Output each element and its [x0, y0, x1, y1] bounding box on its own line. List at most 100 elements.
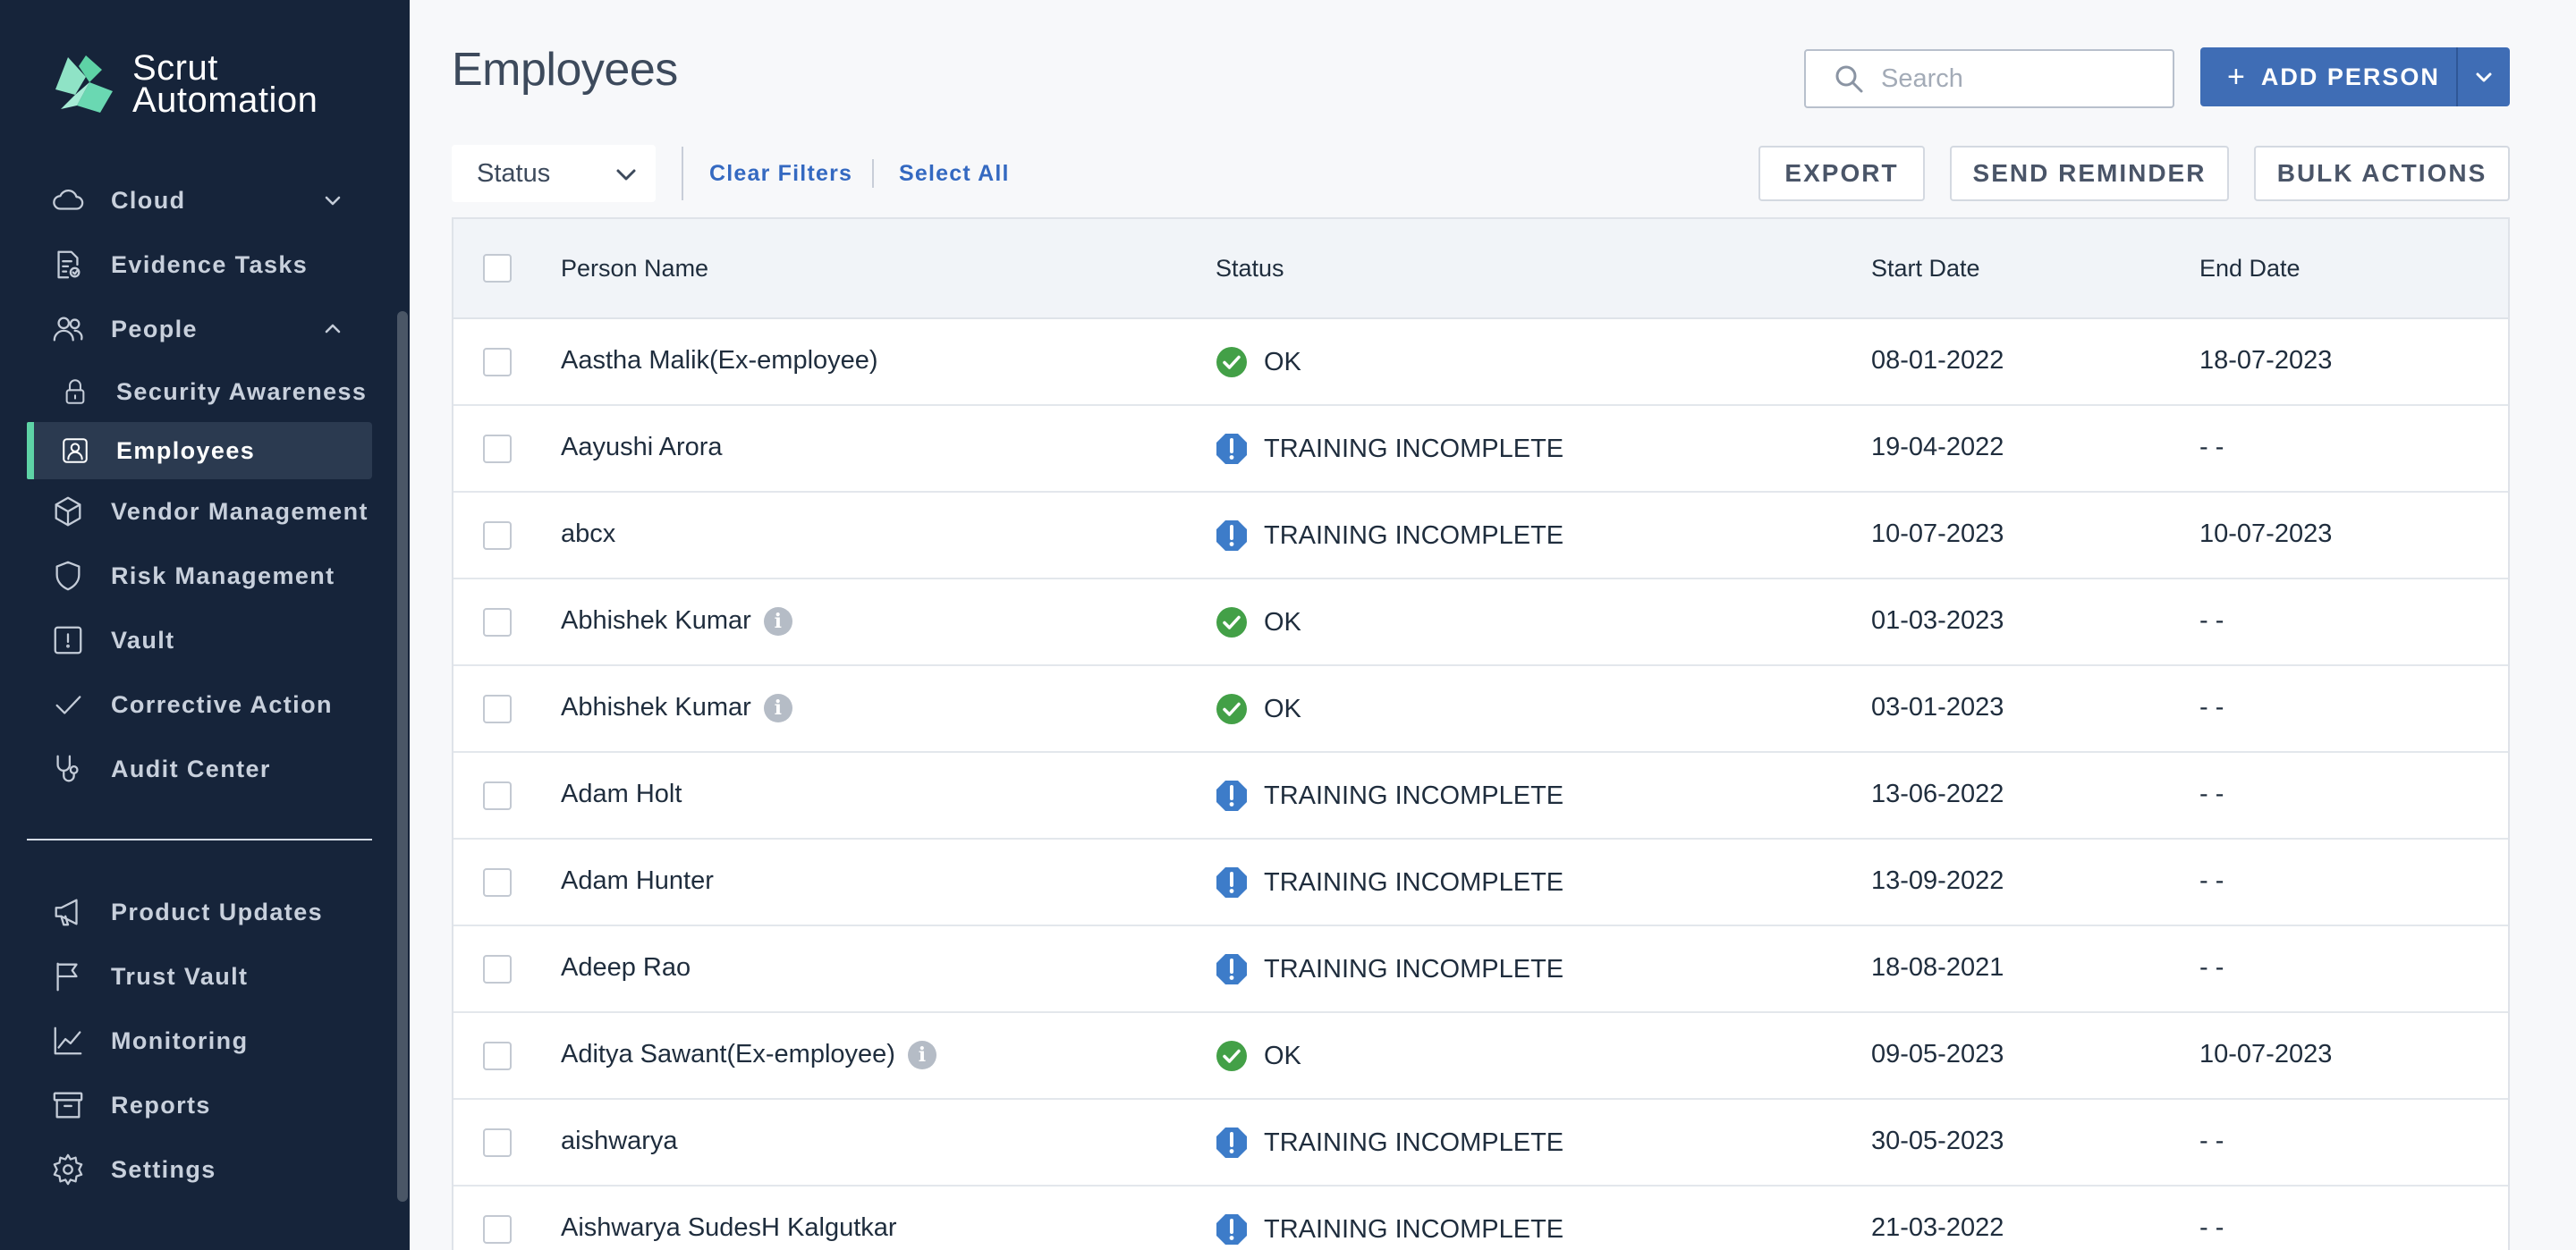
brand-name: Scrut Automation [132, 50, 318, 118]
sidebar-item-risk-management[interactable]: Risk Management [27, 547, 372, 604]
sidebar-item-vendor-management[interactable]: Vendor Management [27, 483, 372, 540]
row-checkbox[interactable] [483, 348, 512, 376]
table-row[interactable]: Abhishek Kumar i OK 01-03-2023 - - [453, 579, 2508, 666]
person-name-cell[interactable]: Adeep Rao [561, 953, 691, 983]
table-row[interactable]: Abhishek Kumar i OK 03-01-2023 - - [453, 666, 2508, 753]
sidebar-item-label: Employees [116, 436, 256, 464]
person-name-cell[interactable]: Aditya Sawant(Ex-employee) i [561, 1040, 936, 1069]
sidebar-item-cloud[interactable]: Cloud [27, 172, 372, 229]
table-row[interactable]: Aishwarya SudesH Kalgutkar TRAINING INCOM… [453, 1187, 2508, 1250]
chevron-up-icon[interactable] [320, 317, 345, 342]
row-checkbox[interactable] [483, 521, 512, 550]
end-date-cell: 10-07-2023 [2199, 1040, 2333, 1068]
row-checkbox[interactable] [483, 608, 512, 637]
sidebar-item-employees[interactable]: Employees [27, 422, 372, 479]
row-checkbox[interactable] [483, 1215, 512, 1244]
row-checkbox[interactable] [483, 695, 512, 723]
column-header-status[interactable]: Status [1216, 255, 1284, 283]
start-date-cell: 03-01-2023 [1871, 693, 2004, 722]
person-name-cell[interactable]: Adam Holt [561, 780, 682, 809]
select-all-checkbox[interactable] [483, 254, 512, 283]
table-row[interactable]: aishwarya TRAINING INCOMPLETE 30-05-2023 - … [453, 1100, 2508, 1187]
person-name-cell[interactable]: Aastha Malik(Ex-employee) [561, 346, 878, 376]
info-icon[interactable]: i [907, 1040, 936, 1069]
row-checkbox[interactable] [483, 781, 512, 810]
info-icon[interactable]: i [763, 606, 792, 636]
sidebar-item-security-awareness[interactable]: Security Awareness [27, 363, 372, 420]
table-row[interactable]: Aastha Malik(Ex-employee) OK 08-01-2022 18-… [453, 319, 2508, 406]
evidence-tasks-icon [50, 247, 86, 283]
sidebar-item-settings[interactable]: Settings [27, 1141, 372, 1198]
chevron-down-icon [2476, 72, 2492, 82]
person-name-cell[interactable]: Aayushi Arora [561, 433, 723, 462]
person-name[interactable]: Aditya Sawant(Ex-employee) [561, 1040, 895, 1069]
search-box[interactable] [1804, 49, 2174, 108]
row-checkbox[interactable] [483, 1042, 512, 1070]
sidebar-item-label: Product Updates [111, 898, 324, 925]
person-name[interactable]: Aastha Malik(Ex-employee) [561, 346, 878, 376]
select-all-link[interactable]: Select All [899, 161, 1010, 187]
sidebar-item-monitoring[interactable]: Monitoring [27, 1012, 372, 1069]
person-name[interactable]: abcx [561, 519, 615, 549]
status-cell: OK [1216, 1040, 1301, 1072]
sidebar-item-reports[interactable]: Reports [27, 1077, 372, 1134]
table-row[interactable]: Adeep Rao TRAINING INCOMPLETE 18-08-2021 - … [453, 926, 2508, 1013]
table-row[interactable]: Adam Holt TRAINING INCOMPLETE 13-06-2022 - … [453, 753, 2508, 840]
person-name[interactable]: aishwarya [561, 1127, 678, 1156]
brand-logo[interactable]: Scrut Automation [50, 50, 318, 118]
export-button[interactable]: EXPORT [1758, 146, 1925, 201]
info-icon[interactable]: i [763, 693, 792, 722]
status-text: TRAINING INCOMPLETE [1264, 781, 1564, 810]
add-person-dropdown-button[interactable] [2456, 47, 2510, 106]
bulk-actions-button[interactable]: BULK ACTIONS [2254, 146, 2510, 201]
sidebar-item-product-updates[interactable]: Product Updates [27, 883, 372, 941]
column-header-person-name[interactable]: Person Name [561, 255, 708, 283]
person-name-cell[interactable]: Abhishek Kumar i [561, 606, 792, 636]
sidebar-item-people[interactable]: People [27, 300, 372, 358]
cube-icon [50, 494, 86, 529]
row-checkbox[interactable] [483, 868, 512, 897]
table-row[interactable]: abcx TRAINING INCOMPLETE 10-07-2023 10-07-2… [453, 493, 2508, 579]
person-name-cell[interactable]: Adam Hunter [561, 866, 714, 896]
chevron-down-icon[interactable] [320, 188, 345, 213]
person-name[interactable]: Aishwarya SudesH Kalgutkar [561, 1213, 897, 1243]
ok-check-icon [1216, 694, 1247, 724]
person-name-cell[interactable]: aishwarya [561, 1127, 678, 1156]
person-name[interactable]: Aayushi Arora [561, 433, 723, 462]
person-name[interactable]: Abhishek Kumar [561, 693, 751, 722]
status-filter-dropdown[interactable]: Status [452, 145, 656, 202]
send-reminder-button[interactable]: SEND REMINDER [1950, 146, 2229, 201]
end-date-cell: - - [2199, 433, 2224, 461]
sidebar-item-trust-vault[interactable]: Trust Vault [27, 948, 372, 1005]
end-date-cell: - - [2199, 1213, 2224, 1242]
sidebar-item-audit-center[interactable]: Audit Center [27, 740, 372, 798]
end-date-cell: - - [2199, 866, 2224, 895]
alert-octagon-icon [1216, 520, 1247, 551]
sidebar-item-corrective-action[interactable]: Corrective Action [27, 676, 372, 733]
row-checkbox[interactable] [483, 1128, 512, 1157]
status-text: TRAINING INCOMPLETE [1264, 434, 1564, 463]
add-person-button[interactable]: + ADD PERSON [2200, 47, 2456, 106]
search-input[interactable] [1881, 63, 2149, 94]
table-row[interactable]: Aditya Sawant(Ex-employee) i OK 09-05-2023 1… [453, 1013, 2508, 1100]
sidebar-scrollbar[interactable] [397, 311, 408, 1202]
sidebar-item-evidence-tasks[interactable]: Evidence Tasks [27, 236, 372, 293]
sidebar-item-vault[interactable]: Vault [27, 612, 372, 669]
person-name[interactable]: Abhishek Kumar [561, 606, 751, 636]
person-name[interactable]: Adeep Rao [561, 953, 691, 983]
column-header-start-date[interactable]: Start Date [1871, 255, 1980, 283]
chart-line-icon [50, 1023, 86, 1059]
end-date-cell: - - [2199, 606, 2224, 635]
table-row[interactable]: Aayushi Arora TRAINING INCOMPLETE 19-04-20… [453, 406, 2508, 493]
clear-filters-link[interactable]: Clear Filters [709, 161, 852, 187]
person-name[interactable]: Adam Hunter [561, 866, 714, 896]
table-row[interactable]: Adam Hunter TRAINING INCOMPLETE 13-09-2022… [453, 840, 2508, 926]
person-name-cell[interactable]: Abhishek Kumar i [561, 693, 792, 722]
person-name-cell[interactable]: abcx [561, 519, 615, 549]
person-name[interactable]: Adam Holt [561, 780, 682, 809]
row-checkbox[interactable] [483, 955, 512, 984]
column-header-end-date[interactable]: End Date [2199, 255, 2301, 283]
person-name-cell[interactable]: Aishwarya SudesH Kalgutkar [561, 1213, 897, 1243]
status-cell: OK [1216, 606, 1301, 638]
row-checkbox[interactable] [483, 435, 512, 463]
